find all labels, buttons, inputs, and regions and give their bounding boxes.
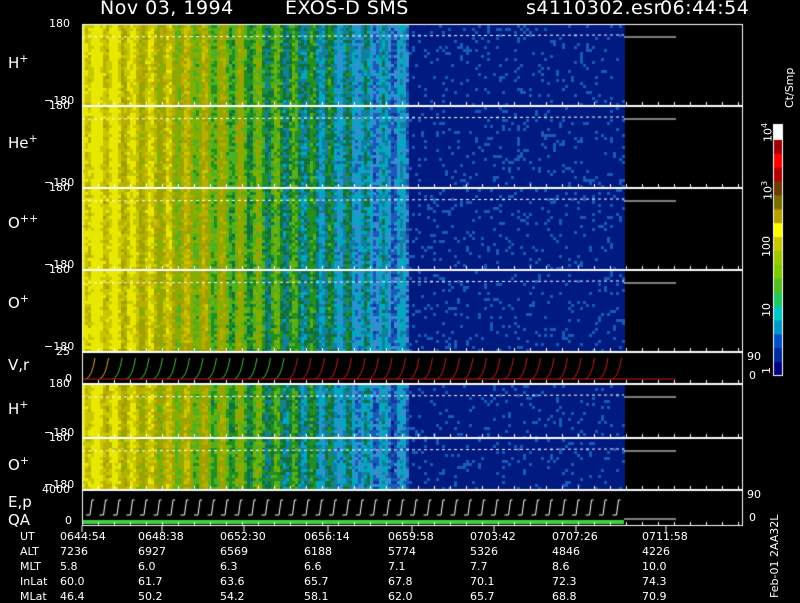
y-tick-top: 180 [49,17,70,30]
colorbar-tick: 100 [760,236,773,257]
y-tick-bottom: 0 [65,514,72,527]
side-label: Feb-01 2AA32L [768,514,781,598]
colorbar-tick: 103 [760,180,775,200]
panel-label-charge: + [19,52,29,65]
footer-row-label: MLat [20,590,47,603]
footer-value: 0644:54 [60,530,106,543]
footer-value: 74.3 [642,575,667,588]
y-tick-top: 180 [49,431,70,444]
y-tick-top: 180 [49,99,70,112]
footer-value: 70.1 [470,575,495,588]
footer-value: 61.7 [138,575,163,588]
panel-label-charge: + [28,132,38,145]
panel-label-species: H [8,54,20,72]
footer-value: 67.8 [388,575,413,588]
right-tick-bottom: 0 [749,511,756,524]
footer-value: 0648:38 [138,530,184,543]
footer-value: 72.3 [552,575,577,588]
footer-value: 54.2 [220,590,245,603]
panel-label-charge: + [19,292,30,305]
footer-value: 7.7 [470,560,488,573]
chart-date: Nov 03, 1994 [100,0,234,19]
footer-value: 10.0 [642,560,667,573]
panel-label-species: E,p [8,493,32,511]
spectrogram-canvas [0,0,800,600]
footer-value: 6.6 [304,560,322,573]
panel-label-species: O [8,456,20,474]
panel-label-qa: QA [8,511,31,529]
panel-label-species: O [8,214,20,232]
footer-row-label: ALT [20,545,39,558]
panel-label-species: O [8,294,20,312]
colorbar-tick: 10 [760,303,773,317]
colorbar-tick-exponent: 3 [760,180,769,186]
footer-value: 7236 [60,545,88,558]
chart-instrument: EXOS-D SMS [285,0,409,19]
panel-label: He+ [8,132,38,152]
footer-row-label: InLat [20,575,48,588]
footer-value: 6188 [304,545,332,558]
footer-value: 0703:42 [470,530,516,543]
footer-value: 0652:30 [220,530,266,543]
y-tick-top: 180 [49,181,70,194]
footer-value: 4846 [552,545,580,558]
colorbar-unit: Ct/Smp [783,67,796,108]
footer-value: 58.1 [304,590,329,603]
footer-value: 65.7 [470,590,495,603]
chart-file: s4110302.esr [526,0,662,19]
panel-label: O+ [8,292,29,312]
footer-value: 0656:14 [304,530,350,543]
footer-value: 5.8 [60,560,78,573]
footer-value: 6927 [138,545,166,558]
panel-label-charge: + [19,398,29,411]
footer-value: 60.0 [60,575,85,588]
panel-label-species: V,r [8,356,30,374]
footer-value: 70.9 [642,590,667,603]
right-tick-bottom: 0 [749,369,756,382]
footer-value: 46.4 [60,590,85,603]
panel-label-charge: ++ [19,212,39,225]
footer-row-label: UT [20,530,35,543]
footer-row-label: MLT [20,560,41,573]
colorbar-tick: 104 [760,122,775,142]
colorbar-tick: 1 [760,367,773,374]
y-tick-top: 180 [49,377,70,390]
footer-value: 7.1 [388,560,406,573]
panel-label-species: He [8,134,29,152]
right-tick-top: 90 [747,350,761,363]
footer-value: 0707:26 [552,530,598,543]
footer-value: 8.6 [552,560,570,573]
chart-time: 06:44:54 [660,0,750,19]
footer-value: 68.8 [552,590,577,603]
panel-label-charge: + [19,454,30,467]
panel-label: H+ [8,398,29,418]
footer-value: 63.6 [220,575,245,588]
y-tick-top: 4000 [42,483,70,496]
y-tick-top: 25 [56,345,70,358]
footer-value: 6.3 [220,560,238,573]
footer-value: 4226 [642,545,670,558]
panel-label: O+ [8,454,29,474]
footer-value: 50.2 [138,590,163,603]
footer-value: 0659:58 [388,530,434,543]
footer-value: 5774 [388,545,416,558]
colorbar-tick-exponent: 4 [760,122,769,128]
panel-label: H+ [8,52,29,72]
panel-label-species: H [8,400,20,418]
footer-value: 5326 [470,545,498,558]
footer-value: 62.0 [388,590,413,603]
panel-label: O++ [8,212,38,232]
footer-value: 6.0 [138,560,156,573]
y-tick-top: 180 [49,263,70,276]
footer-value: 6569 [220,545,248,558]
right-tick-top: 90 [747,488,761,501]
panel-label: E,p [8,493,32,511]
footer-value: 65.7 [304,575,329,588]
panel-label: V,r [8,356,29,374]
footer-value: 0711:58 [642,530,688,543]
